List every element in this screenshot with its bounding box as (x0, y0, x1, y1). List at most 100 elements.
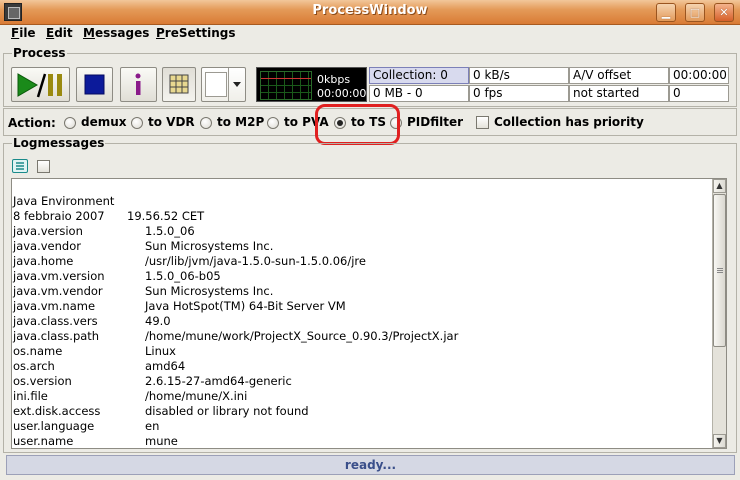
log-entry: os.name Linux (13, 344, 713, 359)
log-entry: ini.file/home/mune/X.ini (13, 389, 713, 404)
maximize-icon: □ (689, 6, 701, 19)
log-group-label: Logmessages (12, 136, 106, 150)
log-entry-value: Java HotSpot(TM) 64-Bit Server VM (145, 299, 346, 313)
process-group-label: Process (12, 46, 67, 60)
menu-file[interactable]: File (11, 26, 36, 40)
log-entry-value: amd64 (145, 359, 186, 373)
log-entry-value: Sun Microsystems Inc. (145, 239, 274, 253)
av-offset-label: A/V offset (569, 67, 669, 84)
log-text-area[interactable]: Java Environment 8 febbraio 2007 19.56.5… (11, 178, 727, 449)
log-entry-value: 1.5.0_06-b05 (145, 269, 221, 283)
radio-m2p[interactable] (200, 117, 212, 129)
close-button[interactable]: ✕ (714, 3, 734, 22)
av-offset-value: 00:00:00 (669, 67, 729, 84)
radio-ts[interactable] (334, 117, 346, 129)
log-entry-value: Sun Microsystems Inc. (145, 284, 274, 298)
radio-pva-label[interactable]: to PVA (284, 115, 329, 129)
log-entry: java.vm.name Java HotSpot(TM) 64-Bit Serv… (13, 299, 713, 314)
action-row: Action: demux to VDR to M2P to PVA to TS… (3, 108, 737, 136)
menu-edit[interactable]: Edit (46, 26, 73, 40)
maximize-button[interactable]: □ (685, 3, 705, 22)
radio-vdr-label[interactable]: to VDR (148, 115, 195, 129)
log-entry-value: mune (145, 434, 178, 448)
scroll-up-icon[interactable]: ▲ (713, 179, 726, 193)
log-option-checkbox[interactable] (37, 160, 50, 173)
grid-icon (169, 74, 189, 94)
log-lines: Java Environment 8 febbraio 2007 19.56.5… (13, 194, 713, 448)
log-scrollbar[interactable]: ▲ ▼ (712, 179, 726, 448)
priority-checkbox[interactable] (476, 116, 489, 129)
log-entry-key: java.version (13, 224, 83, 238)
log-entry-key: os.version (13, 374, 72, 388)
dropdown-value (205, 72, 227, 97)
log-entry-value: 49.0 (145, 314, 171, 328)
collection-field: Collection: 0 (369, 67, 469, 84)
log-time: 19.56.52 CET (127, 209, 205, 223)
info-icon (135, 73, 141, 95)
log-entry-key: os.name (13, 344, 63, 358)
minimize-button[interactable]: ▁ (656, 3, 676, 22)
minimize-icon: ▁ (661, 6, 671, 19)
radio-m2p-label[interactable]: to M2P (217, 115, 264, 129)
status-bar: ready... (6, 455, 735, 475)
grid-button[interactable] (162, 67, 196, 102)
state-field: not started (569, 85, 669, 102)
stop-button[interactable] (76, 67, 113, 102)
log-entry-key: java.home (13, 254, 74, 268)
mb-field: 0 MB - 0 (369, 85, 469, 102)
radio-ts-label[interactable]: to TS (351, 115, 386, 129)
output-dropdown[interactable] (201, 67, 246, 102)
radio-vdr[interactable] (131, 117, 143, 129)
radio-pidfilter[interactable] (390, 117, 402, 129)
log-header: Java Environment (13, 194, 713, 209)
title-bar[interactable]: ProcessWindow ▁ □ ✕ (0, 0, 740, 25)
menu-messages[interactable]: Messages (83, 26, 149, 40)
window-title: ProcessWindow (312, 3, 428, 18)
log-header-text: Java Environment (13, 194, 115, 208)
log-entry-key: ext.disk.access (13, 404, 101, 418)
play-pause-icon (17, 73, 62, 98)
radio-pidfilter-label[interactable]: PIDfilter (407, 115, 463, 129)
log-entry: os.arch amd64 (13, 359, 713, 374)
fps-field: 0 fps (469, 85, 569, 102)
log-entry: java.home/usr/lib/jvm/java-1.5.0-sun-1.5… (13, 254, 713, 269)
log-entry-value: /home/mune/X.ini (145, 389, 248, 403)
log-entry-key: ini.file (13, 389, 48, 403)
log-entry: user.name mune (13, 434, 713, 448)
count-field: 0 (669, 85, 729, 102)
log-entry: java.vm.vendor Sun Microsystems Inc. (13, 284, 713, 299)
log-entry: java.version 1.5.0_06 (13, 224, 713, 239)
log-list-icon[interactable] (12, 159, 28, 173)
log-entry: java.vm.version 1.5.0_06-b05 (13, 269, 713, 284)
monitor-time: 00:00:00 (317, 87, 367, 100)
menu-bar: File Edit Messages PreSettings (0, 25, 740, 44)
close-icon: ✕ (719, 6, 729, 19)
radio-demux[interactable] (64, 117, 76, 129)
info-button[interactable] (120, 67, 157, 102)
menu-presettings[interactable]: PreSettings (156, 26, 236, 40)
log-entry-key: java.class.path (13, 329, 100, 343)
log-entry: ext.disk.access disabled or library not f… (13, 404, 713, 419)
bitrate-graph (260, 71, 312, 100)
log-entry-value: /usr/lib/jvm/java-1.5.0-sun-1.5.0.06/jre (145, 254, 366, 268)
log-entry-value: en (145, 419, 160, 433)
priority-label[interactable]: Collection has priority (494, 115, 644, 129)
scroll-thumb[interactable] (713, 194, 726, 347)
start-pause-button[interactable] (11, 67, 70, 102)
kbs-field: 0 kB/s (469, 67, 569, 84)
log-entry-value: 2.6.15-27-amd64-generic (145, 374, 292, 388)
log-entry: java.class.vers 49.0 (13, 314, 713, 329)
log-entry-key: user.name (13, 434, 74, 448)
log-entry-key: java.vm.version (13, 269, 105, 283)
log-entry-key: os.arch (13, 359, 55, 373)
log-entry-key: java.vendor (13, 239, 81, 253)
grip-icon (717, 267, 723, 273)
monitor-rate: 0kbps (317, 73, 351, 86)
scroll-down-icon[interactable]: ▼ (713, 434, 726, 448)
chevron-down-icon[interactable] (228, 68, 245, 101)
log-entry-value: disabled or library not found (145, 404, 309, 418)
radio-pva[interactable] (267, 117, 279, 129)
log-entry: java.vendor Sun Microsystems Inc. (13, 239, 713, 254)
radio-demux-label[interactable]: demux (81, 115, 127, 129)
log-entry-key: java.class.vers (13, 314, 98, 328)
